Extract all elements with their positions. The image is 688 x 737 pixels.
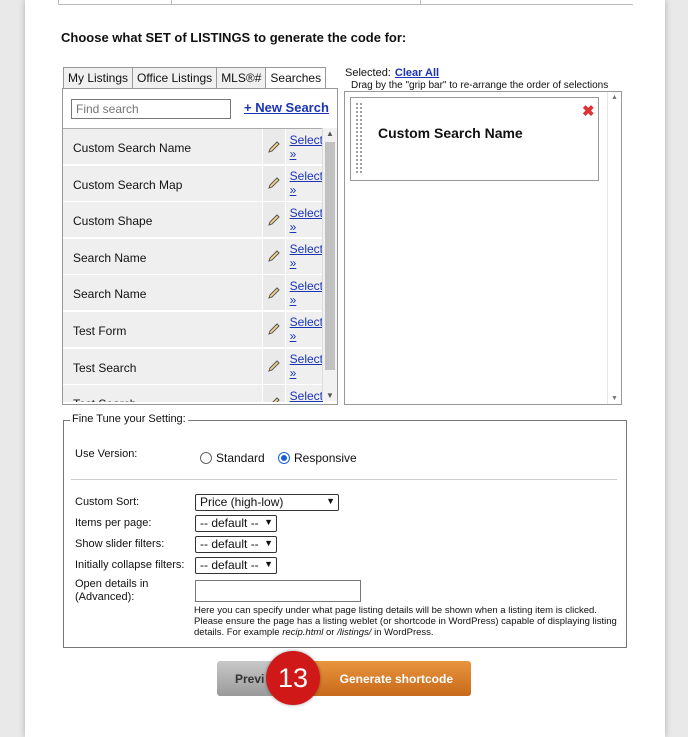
generate-shortcode-button[interactable]: Generate shortcode xyxy=(296,661,471,696)
selected-item[interactable]: Custom Search Name ✖ xyxy=(350,97,599,181)
drag-hint: Drag by the "grip bar" to re-arrange the… xyxy=(351,80,609,91)
show-slider-value: -- default -- xyxy=(200,537,259,551)
select-link[interactable]: Select » xyxy=(284,238,323,274)
radio-responsive[interactable]: Responsive xyxy=(278,451,357,465)
search-name: Test Search xyxy=(63,385,262,402)
search-name: Custom Search Name xyxy=(73,141,192,155)
radio-standard[interactable]: Standard xyxy=(200,451,265,465)
selected-header: Selected: Clear All xyxy=(345,67,439,79)
clear-all-link[interactable]: Clear All xyxy=(395,67,439,79)
items-per-page-label: Items per page: xyxy=(75,517,152,529)
items-per-page-select[interactable]: -- default -- ▼ xyxy=(195,515,277,532)
pencil-icon[interactable] xyxy=(261,165,285,201)
help-example: /listings/ xyxy=(337,627,372,638)
fine-tune-legend: Fine Tune your Setting: xyxy=(70,413,188,425)
search-list: Custom Search Name Select » Custom Search… xyxy=(63,128,323,402)
chevron-down-icon: ▼ xyxy=(264,517,273,527)
open-details-label-2: (Advanced): xyxy=(75,591,135,603)
open-details-help: Here you can specify under what page lis… xyxy=(194,605,619,638)
list-item: Custom Search Name Select » xyxy=(63,129,323,164)
pencil-icon[interactable] xyxy=(261,129,285,164)
top-tab-active[interactable] xyxy=(58,0,172,5)
show-slider-select[interactable]: -- default -- ▼ xyxy=(195,536,277,553)
selected-label: Selected: xyxy=(345,67,391,79)
scroll-thumb[interactable] xyxy=(325,142,335,370)
open-details-input[interactable] xyxy=(195,580,361,602)
list-item: Search Name Select » xyxy=(63,275,323,311)
new-search-link[interactable]: + New Search xyxy=(244,100,329,115)
scroll-down-icon[interactable]: ▼ xyxy=(608,395,621,402)
pencil-icon[interactable] xyxy=(261,275,285,311)
scroll-up-icon[interactable]: ▲ xyxy=(608,94,621,101)
step-badge: 13 xyxy=(266,651,320,705)
selected-item-title: Custom Search Name xyxy=(378,125,523,141)
search-name: Search Name xyxy=(73,250,147,265)
selected-scrollbar[interactable]: ▲ ▼ xyxy=(607,92,621,404)
radio-circle-selected[interactable] xyxy=(278,452,290,464)
find-search-input[interactable] xyxy=(71,99,231,119)
items-per-page-value: -- default -- xyxy=(200,516,259,530)
list-item: Test Search Select » xyxy=(63,348,323,384)
select-link[interactable]: Select » xyxy=(284,202,323,238)
custom-sort-label: Custom Sort: xyxy=(75,496,140,508)
remove-icon[interactable]: ✖ xyxy=(582,102,595,120)
list-item: Custom Search Map Select » xyxy=(63,165,323,201)
list-item: Custom Shape Select » xyxy=(63,202,323,238)
custom-sort-value: Price (high-low) xyxy=(200,495,284,509)
use-version-label: Use Version: xyxy=(75,448,138,460)
searches-panel: + New Search Custom Search Name Select » … xyxy=(62,88,338,405)
pencil-icon[interactable] xyxy=(261,385,285,402)
list-item: Search Name Select » xyxy=(63,238,323,274)
help-text: in WordPress. xyxy=(371,627,434,638)
chevron-down-icon: ▼ xyxy=(264,538,273,548)
search-name: Custom Shape xyxy=(73,214,153,229)
select-link[interactable]: Select » xyxy=(284,165,323,201)
fine-tune-fieldset: Fine Tune your Setting: Use Version: Sta… xyxy=(63,413,627,648)
pencil-icon[interactable] xyxy=(261,311,285,347)
help-example: recip.html xyxy=(282,627,324,638)
tab-mls[interactable]: MLS®# xyxy=(216,67,267,89)
selected-panel: Custom Search Name ✖ ▲ ▼ xyxy=(344,91,622,405)
top-tab[interactable] xyxy=(170,0,421,4)
tab-office-listings[interactable]: Office Listings xyxy=(132,67,218,89)
scroll-down-icon[interactable]: ▼ xyxy=(323,391,337,400)
help-text: or xyxy=(323,627,338,638)
list-item: Test Form Select » xyxy=(63,311,323,347)
page-heading: Choose what SET of LISTINGS to generate … xyxy=(61,30,407,45)
pencil-icon[interactable] xyxy=(261,348,285,384)
search-name: Test Search xyxy=(73,360,137,375)
select-link[interactable]: Select » xyxy=(284,385,323,402)
collapse-filters-select[interactable]: -- default -- ▼ xyxy=(195,557,277,574)
select-link[interactable]: Select » xyxy=(284,348,323,384)
radio-responsive-label: Responsive xyxy=(294,451,357,465)
show-slider-label: Show slider filters: xyxy=(75,538,165,550)
scroll-up-icon[interactable]: ▲ xyxy=(323,129,337,138)
tab-my-listings[interactable]: My Listings xyxy=(63,67,134,89)
radio-standard-label: Standard xyxy=(216,451,265,465)
list-scrollbar[interactable]: ▲ ▼ xyxy=(322,128,337,401)
top-tab-strip xyxy=(58,0,633,5)
list-item: Test Search Select » xyxy=(63,385,323,402)
select-link[interactable]: Select » xyxy=(284,129,323,164)
divider xyxy=(71,479,617,480)
collapse-filters-label: Initially collapse filters: xyxy=(75,559,185,571)
chevron-down-icon: ▼ xyxy=(326,496,335,506)
listing-type-tabs: My Listings Office Listings MLS®# Search… xyxy=(63,67,327,91)
select-link[interactable]: Select » xyxy=(284,275,323,311)
chevron-down-icon: ▼ xyxy=(264,559,273,569)
pencil-icon[interactable] xyxy=(261,238,285,274)
open-details-label: Open details in xyxy=(75,578,149,590)
search-name: Search Name xyxy=(73,287,147,302)
search-name: Custom Search Map xyxy=(73,177,183,192)
grip-bar-icon[interactable] xyxy=(355,102,363,174)
pencil-icon[interactable] xyxy=(261,202,285,238)
radio-circle[interactable] xyxy=(200,452,212,464)
custom-sort-select[interactable]: Price (high-low) ▼ xyxy=(195,494,339,511)
collapse-filters-value: -- default -- xyxy=(200,558,259,572)
search-name: Test Form xyxy=(73,323,127,338)
select-link[interactable]: Select » xyxy=(284,311,323,347)
